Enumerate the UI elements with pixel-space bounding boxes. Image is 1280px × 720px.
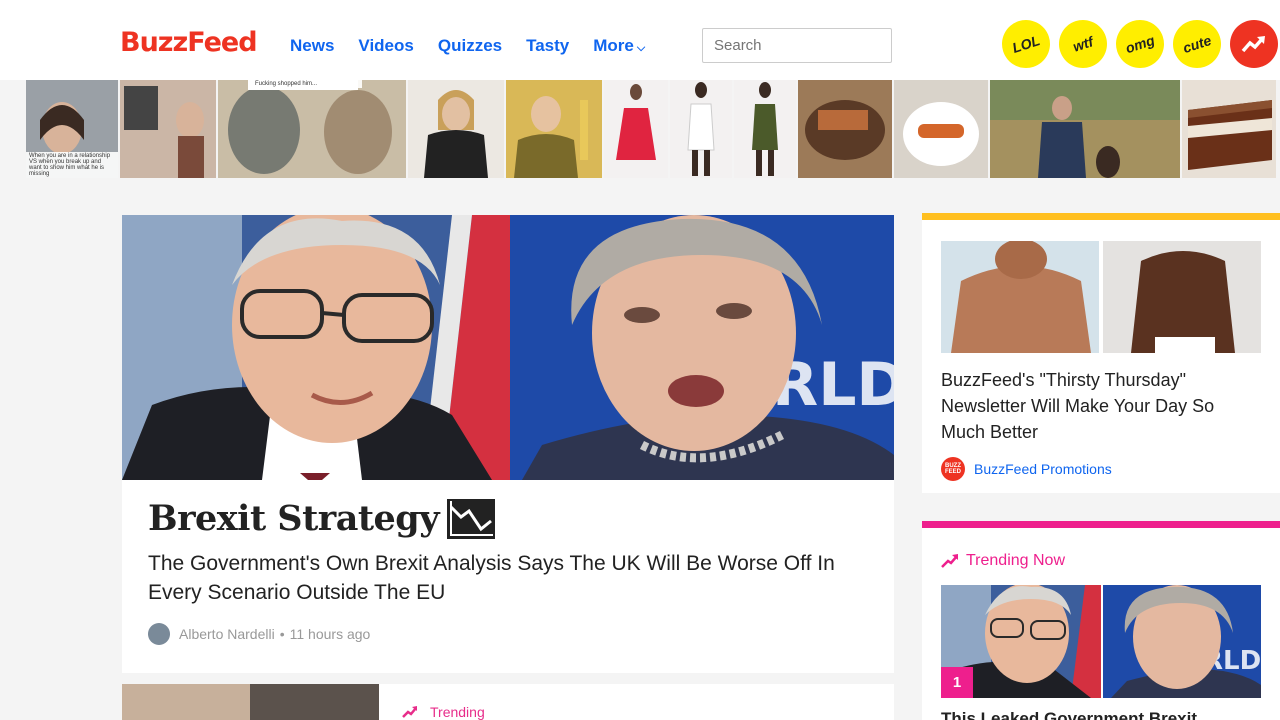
main-nav: News Videos Quizzes Tasty More ⌵ xyxy=(290,36,669,56)
thumb-image[interactable] xyxy=(408,80,504,178)
trending-article-title[interactable]: This Leaked Government Brexit xyxy=(941,709,1271,720)
nav-videos-label: Videos xyxy=(358,36,414,55)
nav-news[interactable]: News xyxy=(290,36,334,56)
trending-arrow-icon xyxy=(941,554,958,568)
featured-article-card[interactable]: RLD Brexit Strategy The Government's Own… xyxy=(122,215,894,673)
thumb-image[interactable]: When you are in a relationship VS when y… xyxy=(26,80,118,178)
thumb-image[interactable] xyxy=(506,80,602,178)
thumb-photo xyxy=(894,80,988,178)
series-title: Brexit Strategy xyxy=(148,498,440,539)
thumb-photo xyxy=(990,80,1180,178)
byline-separator: • xyxy=(279,626,285,642)
trending-badge[interactable] xyxy=(1230,20,1278,68)
article-headline[interactable]: The Government's Own Brexit Analysis Say… xyxy=(148,549,878,607)
nav-more[interactable]: More ⌵ xyxy=(593,36,645,56)
thumb-image[interactable]: Fucking shopped him... xyxy=(218,80,406,178)
article-thumbnail[interactable] xyxy=(122,684,379,720)
thumb-image[interactable] xyxy=(604,80,668,178)
buzzfeed-avatar-icon: BUZZ FEED xyxy=(941,457,965,481)
article-timestamp: 11 hours ago xyxy=(289,626,371,642)
nav-quizzes[interactable]: Quizzes xyxy=(438,36,502,56)
search-input[interactable] xyxy=(702,28,892,63)
nav-quizzes-label: Quizzes xyxy=(437,36,503,55)
trending-arrow-icon xyxy=(402,706,417,718)
article-card[interactable]: Trending xyxy=(122,684,894,720)
article-hero-image[interactable]: RLD xyxy=(122,215,894,480)
trending-arrow-icon xyxy=(1241,36,1265,53)
thumb-photo xyxy=(670,80,732,178)
nav-videos[interactable]: Videos xyxy=(358,36,413,56)
thumb-image[interactable] xyxy=(120,80,216,178)
thumb-image[interactable] xyxy=(734,80,796,178)
thumbnail-strip: When you are in a relationship VS when y… xyxy=(26,80,1280,178)
nav-tasty[interactable]: Tasty xyxy=(526,36,569,56)
trending-now-heading: Trending Now xyxy=(941,552,1065,570)
nav-more-label: More xyxy=(593,36,634,55)
badge-cute[interactable]: cute xyxy=(1166,13,1228,75)
trending-label-text: Trending xyxy=(430,704,485,720)
trending-photo: RLD xyxy=(941,585,1261,698)
thumbnail-half xyxy=(250,684,379,720)
trending-image[interactable]: RLD xyxy=(941,585,1261,698)
chevron-down-icon: ⌵ xyxy=(636,42,646,54)
nav-news-label: News xyxy=(290,36,335,55)
thumb-caption: When you are in a relationship VS when y… xyxy=(26,152,118,178)
thumb-photo xyxy=(506,80,602,178)
thumb-photo xyxy=(798,80,892,178)
promo-card[interactable]: BuzzFeed's "Thirsty Thursday" Newsletter… xyxy=(922,213,1280,493)
trending-now-panel: Trending Now RLD 1 This Leaked Governmen… xyxy=(922,521,1280,720)
thumb-photo xyxy=(120,80,216,178)
site-header: BuzzFeed News Videos Quizzes Tasty More ⌵… xyxy=(0,0,1280,80)
trending-rank: 1 xyxy=(941,667,973,698)
buzzfeed-logo[interactable]: BuzzFeed xyxy=(120,27,258,58)
promo-source[interactable]: BUZZ FEED BuzzFeed Promotions xyxy=(941,457,1112,481)
thumb-photo xyxy=(408,80,504,178)
thumb-image[interactable] xyxy=(1182,80,1276,178)
thumb-image[interactable] xyxy=(894,80,988,178)
thumb-photo xyxy=(734,80,796,178)
thumb-image[interactable] xyxy=(990,80,1180,178)
thumb-photo xyxy=(1182,80,1276,178)
trending-label: Trending xyxy=(402,704,485,720)
badge-wtf[interactable]: wtf xyxy=(1052,13,1114,75)
thumb-photo xyxy=(604,80,668,178)
thumb-image[interactable] xyxy=(798,80,892,178)
badge-lol[interactable]: LOL xyxy=(995,13,1057,75)
promo-source-name: BuzzFeed Promotions xyxy=(974,461,1112,477)
hero-photo: RLD xyxy=(122,215,894,480)
series-kicker[interactable]: Brexit Strategy xyxy=(148,498,496,539)
promo-photo xyxy=(941,241,1261,353)
nav-tasty-label: Tasty xyxy=(526,36,570,55)
promo-title[interactable]: BuzzFeed's "Thirsty Thursday" Newsletter… xyxy=(941,367,1261,445)
article-byline: Alberto Nardelli • 11 hours ago xyxy=(148,623,370,645)
trending-now-text: Trending Now xyxy=(966,552,1066,569)
page: BuzzFeed News Videos Quizzes Tasty More ⌵… xyxy=(0,0,1280,720)
author-name[interactable]: Alberto Nardelli xyxy=(179,626,275,642)
reaction-badges: LOL wtf omg cute xyxy=(995,13,1280,75)
thumb-image[interactable] xyxy=(670,80,732,178)
author-avatar[interactable] xyxy=(148,623,170,645)
promo-image[interactable] xyxy=(941,241,1261,353)
badge-omg[interactable]: omg xyxy=(1109,13,1171,75)
declining-chart-icon xyxy=(447,498,496,539)
thumb-photo xyxy=(218,80,406,178)
thumb-caption: Fucking shopped him... xyxy=(252,80,362,88)
